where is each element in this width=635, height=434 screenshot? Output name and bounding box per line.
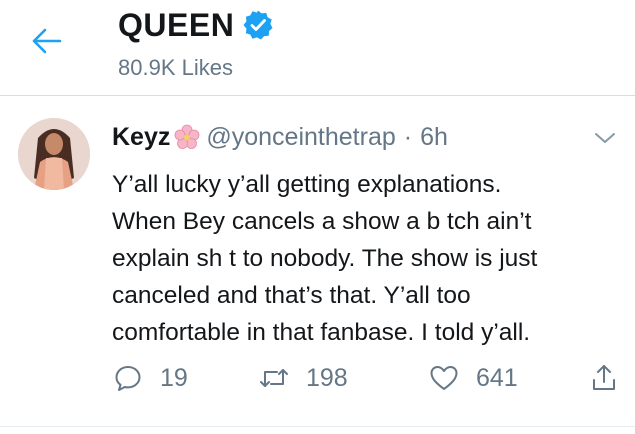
like-count: 641 <box>476 363 518 392</box>
tweet-text-line: comfortable in that fanbase. I told y’al… <box>112 319 531 346</box>
page-title: QUEEN <box>118 6 235 43</box>
share-button[interactable] <box>588 362 620 394</box>
tweet-text-line: When Bey cancels a show a b tch ain’t <box>112 208 532 235</box>
reply-count: 19 <box>160 363 188 392</box>
arrow-left-icon[interactable] <box>30 26 64 56</box>
divider <box>0 426 635 427</box>
tweet-actions: 19 198 641 <box>112 362 622 394</box>
likes-count-subtitle: 80.9K Likes <box>118 55 233 80</box>
retweet-button[interactable]: 198 <box>258 362 348 394</box>
tweet-header: Keyz @yonceinthetrap · 6h <box>112 120 615 154</box>
separator-dot: · <box>403 122 413 151</box>
verified-badge-icon <box>243 10 273 40</box>
like-button[interactable]: 641 <box>428 362 518 394</box>
reply-button[interactable]: 19 <box>112 362 188 394</box>
retweet-count: 198 <box>306 363 348 392</box>
reply-icon <box>115 366 141 391</box>
tweet-text: Y’all lucky y’all getting explanations. … <box>112 166 622 351</box>
tweet-text-line: canceled and that’s that. Y’all too <box>112 282 471 309</box>
tweet-text-line: explain sh t to nobody. The show is just <box>112 245 538 272</box>
tweet-timestamp[interactable]: 6h <box>420 123 448 152</box>
retweet-icon <box>260 369 288 387</box>
user-display-name[interactable]: Keyz <box>112 123 170 152</box>
avatar[interactable] <box>18 118 90 190</box>
share-icon <box>593 365 615 390</box>
heart-icon <box>430 366 458 390</box>
chevron-down-icon[interactable] <box>593 130 617 146</box>
tweet[interactable]: Keyz @yonceinthetrap · 6h Y’all lucky y’… <box>0 96 635 434</box>
tweet-text-line: Y’all lucky y’all getting explanations. <box>112 171 502 198</box>
page-header: QUEEN 80.9K Likes <box>0 0 635 96</box>
user-handle[interactable]: @yonceinthetrap <box>206 123 395 152</box>
cherry-blossom-icon <box>174 124 200 149</box>
title-row: QUEEN <box>118 4 274 46</box>
